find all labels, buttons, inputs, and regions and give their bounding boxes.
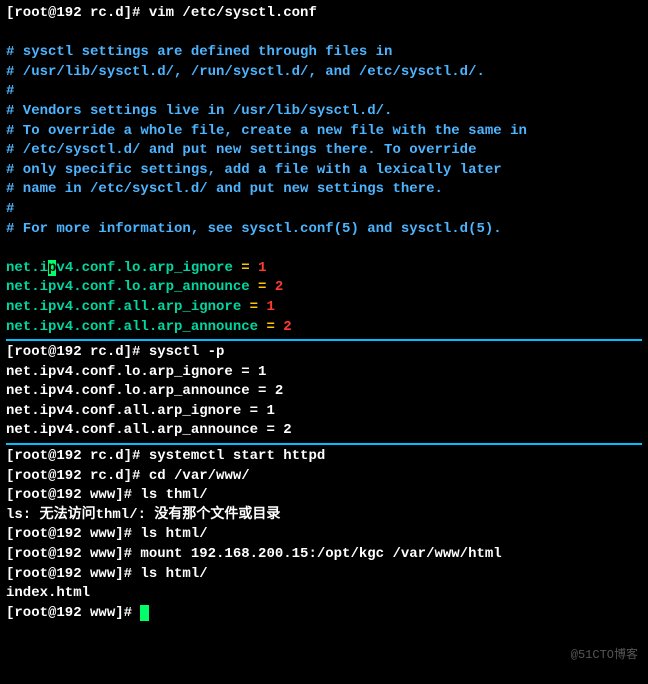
sysctl-setting: net.ipv4.conf.all.arp_announce = 2 [6,318,642,338]
shell-prompt: [root@192 rc.d]# [6,344,149,360]
command-text: ls html/ [140,566,207,582]
command-line: [root@192 rc.d]# sysctl -p [6,343,642,363]
command-line: [root@192 www]# ls html/ [6,525,642,545]
output-line: net.ipv4.conf.lo.arp_ignore = 1 [6,363,642,383]
command-line: [root@192 rc.d]# vim /etc/sysctl.conf [6,4,642,24]
shell-prompt: [root@192 www]# [6,546,140,562]
file-comment: # sysctl settings are defined through fi… [6,43,642,63]
equals-sign: = [258,319,283,335]
command-line[interactable]: [root@192 www]# [6,604,642,624]
file-comment: # name in /etc/sysctl.d/ and put new set… [6,180,642,200]
setting-value: 2 [283,319,291,335]
command-line: [root@192 www]# mount 192.168.200.15:/op… [6,545,642,565]
shell-prompt: [root@192 www]# [6,526,140,542]
equals-sign: = [233,260,258,276]
command-text: cd /var/www/ [149,468,250,484]
setting-key: net.ipv4.conf.lo.arp_announce [6,279,250,295]
file-comment: # [6,200,642,220]
setting-value: 1 [266,299,274,315]
section-divider [6,339,642,341]
equals-sign: = [250,279,275,295]
command-line: [root@192 www]# ls thml/ [6,486,642,506]
output-line: net.ipv4.conf.all.arp_ignore = 1 [6,402,642,422]
equals-sign: = [241,299,266,315]
section-divider [6,443,642,445]
file-comment: # Vendors settings live in /usr/lib/sysc… [6,102,642,122]
command-text: sysctl -p [149,344,225,360]
shell-prompt: [root@192 www]# [6,487,140,503]
watermark-text: @51CTO博客 [571,647,638,664]
sysctl-setting: net.ipv4.conf.lo.arp_announce = 2 [6,278,642,298]
shell-prompt: [root@192 rc.d]# [6,448,149,464]
command-text: ls thml/ [140,487,207,503]
error-line: ls: 无法访问thml/: 没有那个文件或目录 [6,506,642,526]
setting-key: net.ipv4.conf.all.arp_announce [6,319,258,335]
command-text: vim /etc/sysctl.conf [149,5,317,21]
output-line: net.ipv4.conf.lo.arp_announce = 2 [6,382,642,402]
file-comment: # /etc/sysctl.d/ and put new settings th… [6,141,642,161]
output-line: net.ipv4.conf.all.arp_announce = 2 [6,421,642,441]
setting-key: net.ipv4.conf.all.arp_ignore [6,299,241,315]
sysctl-setting: net.ipv4.conf.all.arp_ignore = 1 [6,298,642,318]
terminal-window[interactable]: [root@192 rc.d]# vim /etc/sysctl.conf # … [0,0,648,627]
sysctl-setting: net.ipv4.conf.lo.arp_ignore = 1 [6,259,642,279]
command-line: [root@192 rc.d]# cd /var/www/ [6,467,642,487]
command-text: mount 192.168.200.15:/opt/kgc /var/www/h… [140,546,501,562]
file-comment: # only specific settings, add a file wit… [6,161,642,181]
blank-line [6,24,642,44]
file-comment: # [6,82,642,102]
shell-prompt: [root@192 www]# [6,605,140,621]
command-text: systemctl start httpd [149,448,325,464]
blank-line [6,239,642,259]
setting-value: 2 [275,279,283,295]
shell-prompt: [root@192 www]# [6,566,140,582]
file-comment: # /usr/lib/sysctl.d/, /run/sysctl.d/, an… [6,63,642,83]
shell-prompt: [root@192 rc.d]# [6,468,149,484]
shell-prompt: [root@192 rc.d]# [6,5,149,21]
shell-cursor [140,605,149,621]
file-comment: # For more information, see sysctl.conf(… [6,220,642,240]
command-line: [root@192 rc.d]# systemctl start httpd [6,447,642,467]
command-line: [root@192 www]# ls html/ [6,565,642,585]
setting-value: 1 [258,260,266,276]
setting-key: v4.conf.lo.arp_ignore [56,260,232,276]
output-line: index.html [6,584,642,604]
command-text: ls html/ [140,526,207,542]
setting-key: net.i [6,260,48,276]
file-comment: # To override a whole file, create a new… [6,122,642,142]
